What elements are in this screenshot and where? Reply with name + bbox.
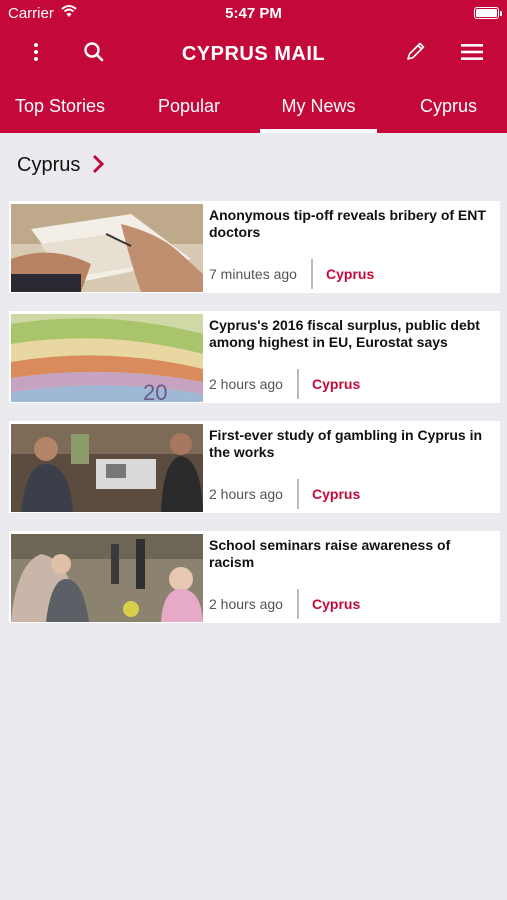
battery-icon [474,7,502,19]
separator [297,369,299,399]
section-header[interactable]: Cyprus [0,133,507,195]
tab-my-news[interactable]: My News [260,96,377,117]
tab-top-stories[interactable]: Top Stories [0,96,120,117]
article-card[interactable]: 20 Cyprus's 2016 fiscal surplus, public … [9,311,500,403]
article-title: Cyprus's 2016 fiscal surplus, public deb… [209,317,480,350]
article-category[interactable]: Cyprus [312,486,360,502]
svg-text:20: 20 [143,380,167,402]
article-time: 2 hours ago [209,486,283,502]
chevron-right-icon [92,154,105,174]
tab-cyprus[interactable]: Cyprus [390,96,507,117]
article-card[interactable]: School seminars raise awareness of racis… [9,531,500,623]
separator [297,589,299,619]
tab-bar: Top Stories Popular My News Cyprus [0,84,507,133]
status-bar: Carrier 5:47 PM [0,0,507,28]
article-category[interactable]: Cyprus [312,376,360,392]
app-header: Carrier 5:47 PM CYPRUS MAIL Top Stories … [0,0,507,133]
section-title: Cyprus [17,154,81,176]
article-thumbnail [11,534,203,622]
separator [297,479,299,509]
article-card[interactable]: Anonymous tip-off reveals bribery of ENT… [9,201,500,293]
article-title: School seminars raise awareness of racis… [209,537,451,570]
article-category[interactable]: Cyprus [312,596,360,612]
status-time: 5:47 PM [225,5,282,22]
article-title: First-ever study of gambling in Cyprus i… [209,427,483,460]
menu-icon[interactable] [458,38,486,66]
article-time: 2 hours ago [209,376,283,392]
article-thumbnail [11,424,203,512]
article-time: 7 minutes ago [209,266,297,282]
article-title: Anonymous tip-off reveals bribery of ENT… [209,207,486,240]
article-thumbnail [11,204,203,292]
article-thumbnail: 20 [11,314,203,402]
tab-popular[interactable]: Popular [130,96,248,117]
article-category[interactable]: Cyprus [326,266,374,282]
app-title: CYPRUS MAIL [181,43,326,65]
pencil-icon[interactable] [401,38,429,66]
article-card[interactable]: First-ever study of gambling in Cyprus i… [9,421,500,513]
article-time: 2 hours ago [209,596,283,612]
toolbar: CYPRUS MAIL [0,28,507,76]
separator [311,259,313,289]
